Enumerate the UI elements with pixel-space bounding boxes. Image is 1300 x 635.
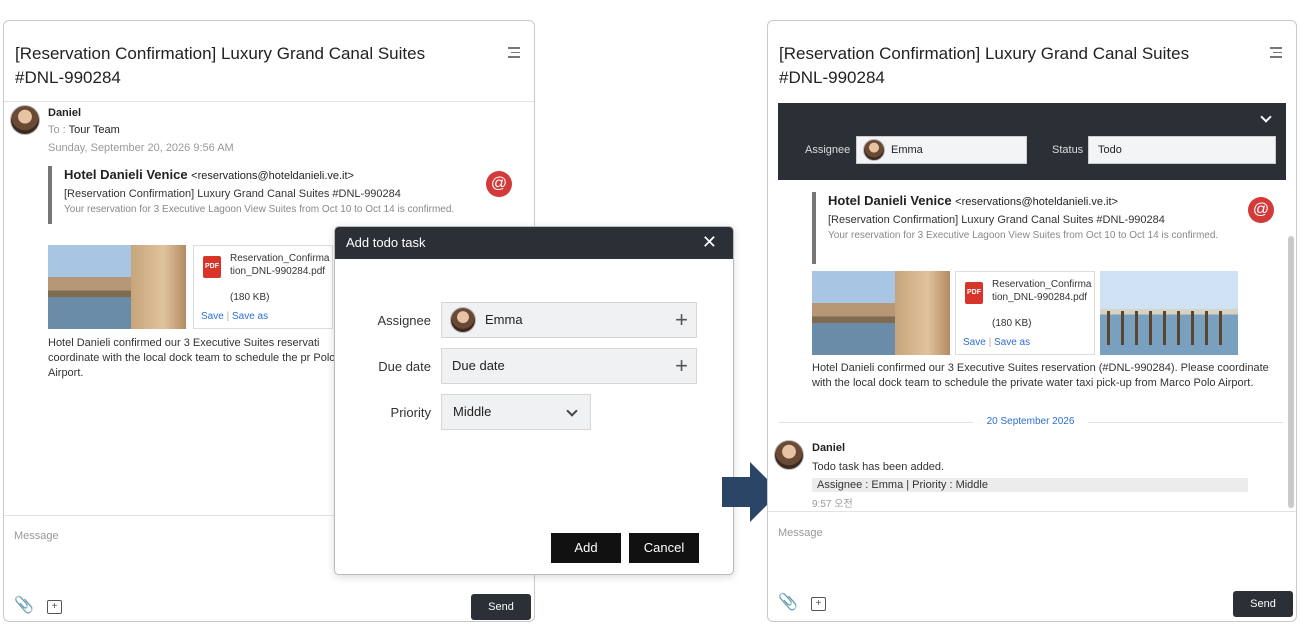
date-separator: 20 September 2026 [778,415,1283,429]
at-icon[interactable]: @ [1248,197,1274,223]
chat-title: [Reservation Confirmation] Luxury Grand … [779,44,1190,87]
send-button[interactable]: Send [1233,591,1293,617]
filter-status-label: Status [1052,144,1084,156]
venice-lagoon-photo[interactable] [1100,271,1238,355]
attachment-links: Save | Save as [963,337,1030,348]
right-chat-panel: [Reservation Confirmation] Luxury Grand … [767,20,1297,622]
save-as-link[interactable]: Save as [232,311,268,322]
composer-divider [768,511,1296,512]
add-todo-modal: Add todo task ✕ Assignee Emma + Due date… [334,226,734,575]
add-button[interactable]: Add [551,533,621,563]
quoted-subject: [Reservation Confirmation] Luxury Grand … [64,188,401,200]
assignee-label: Assignee [377,313,431,328]
quoted-subject: [Reservation Confirmation] Luxury Grand … [828,214,1165,226]
assignee-avatar [863,139,885,161]
paperclip-icon[interactable]: 📎 [14,597,34,615]
image-add-icon[interactable]: + [47,600,62,614]
attachment-card[interactable]: PDF Reservation_Confirmation_DNL-990284.… [955,271,1095,355]
priority-label: Priority [390,405,431,420]
priority-value: Middle [453,404,492,419]
attachment-name: Reservation_Confirmation_DNL-990284.pdf [992,279,1092,303]
save-link[interactable]: Save [963,337,986,348]
modal-title: Add todo task [346,235,426,250]
system-time: 9:57 오전 [812,499,853,510]
message-input[interactable]: Message [14,530,59,542]
close-icon[interactable]: ✕ [702,232,717,252]
image-add-icon[interactable]: + [811,597,826,611]
pdf-icon: PDF [965,282,983,304]
attachment-name: Reservation_Confirmation_DNL-990284.pdf [230,253,330,277]
save-link[interactable]: Save [201,311,224,322]
cancel-button[interactable]: Cancel [629,533,699,563]
message-body: Hotel Danieli confirmed our 3 Executive … [48,337,336,379]
avatar [10,105,40,135]
link-separator: | [988,337,992,348]
modal-header: Add todo task ✕ [335,227,733,259]
attachment-size: (180 KB) [992,318,1032,329]
date-separator-text: 20 September 2026 [986,416,1075,427]
filter-assignee-value: Emma [891,144,923,156]
quoted-sender: Hotel Danieli Venice <reservations@hotel… [828,192,1247,211]
menu-icon[interactable] [1270,47,1282,61]
priority-select[interactable]: Middle [441,394,591,430]
sender-name: Daniel [48,107,82,119]
system-message: Todo task has been added. [812,461,945,473]
link-separator: | [226,311,230,322]
quoted-sender-name: Hotel Danieli Venice [828,193,952,208]
header-divider [4,101,534,102]
message-timestamp: Sunday, September 20, 2026 9:56 AM [48,142,234,154]
quoted-email: Hotel Danieli Venice <reservations@hotel… [48,166,483,224]
due-date-value: Due date [452,358,505,373]
attachment-card[interactable]: PDF Reservation_Confirmation_DNL-990284.… [193,245,333,329]
assignee-avatar [450,307,476,333]
due-date-label: Due date [378,359,431,374]
quoted-sender-email: <reservations@hoteldanieli.ve.it> [955,196,1118,208]
menu-icon[interactable] [508,47,520,61]
message-body: Hotel Danieli confirmed our 3 Executive … [812,362,1269,389]
quoted-sender: Hotel Danieli Venice <reservations@hotel… [64,166,483,185]
quoted-sender-email: <reservations@hoteldanieli.ve.it> [191,170,354,182]
plus-icon[interactable]: + [675,303,688,337]
quoted-preview: Your reservation for 3 Executive Lagoon … [64,204,455,215]
plus-icon[interactable]: + [675,349,688,383]
system-detail: Assignee : Emma | Priority : Middle [812,478,1248,492]
scrollbar[interactable] [1288,236,1294,508]
to-label: To : [48,124,66,136]
recipient-line: To : Tour Team [48,124,120,136]
quoted-preview: Your reservation for 3 Executive Lagoon … [828,230,1219,241]
message-input[interactable]: Message [778,527,823,539]
save-as-link[interactable]: Save as [994,337,1030,348]
assignee-value: Emma [485,312,523,327]
recipient-name: Tour Team [68,124,120,136]
pdf-icon: PDF [203,256,221,278]
venice-canal-photo[interactable] [812,271,950,355]
todo-filter-bar: Assignee Emma Status Todo [778,103,1286,180]
assignee-field[interactable]: Emma + [441,302,697,338]
filter-status-value: Todo [1098,144,1122,156]
due-date-field[interactable]: Due date + [441,348,697,384]
avatar [774,440,804,470]
filter-status-field[interactable]: Todo [1088,136,1276,164]
chevron-down-icon[interactable] [1260,111,1272,123]
chat-title: [Reservation Confirmation] Luxury Grand … [15,44,426,87]
send-button[interactable]: Send [471,594,531,620]
attachment-size: (180 KB) [230,292,270,303]
venice-canal-photo[interactable] [48,245,186,329]
quoted-sender-name: Hotel Danieli Venice [64,167,188,182]
sender-name: Daniel [812,442,846,454]
paperclip-icon[interactable]: 📎 [778,594,798,612]
attachment-links: Save | Save as [201,311,268,322]
chevron-down-icon [566,405,578,417]
filter-assignee-field[interactable]: Emma [856,136,1027,164]
at-icon[interactable]: @ [486,171,512,197]
quoted-email: Hotel Danieli Venice <reservations@hotel… [812,192,1247,264]
filter-assignee-label: Assignee [805,144,851,156]
